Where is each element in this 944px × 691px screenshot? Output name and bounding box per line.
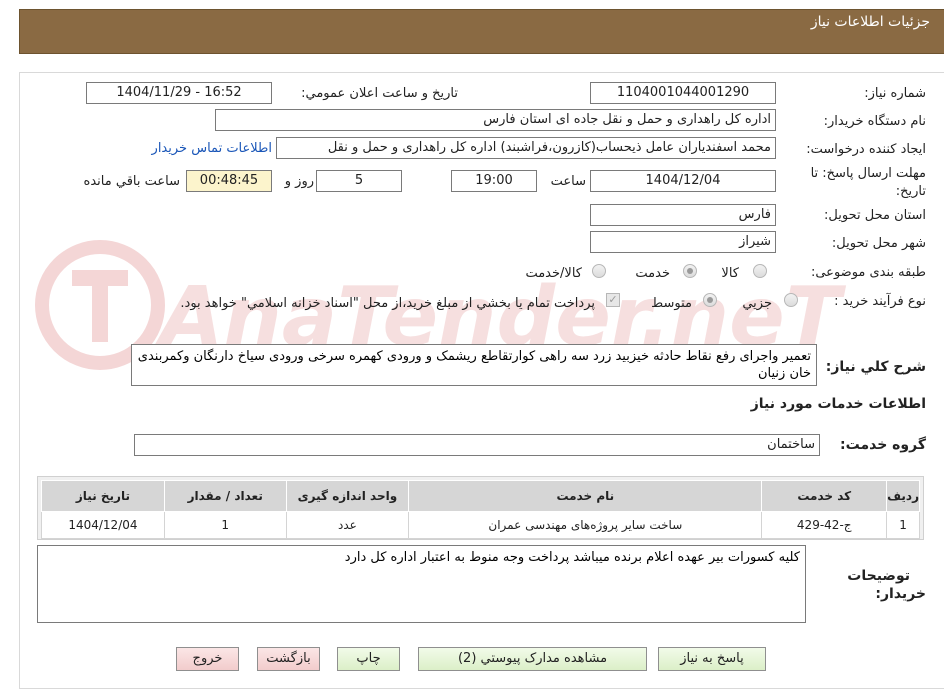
province-field: فارس xyxy=(590,204,776,226)
back-button[interactable]: بازگشت xyxy=(257,647,320,671)
print-button[interactable]: چاپ xyxy=(337,647,400,671)
category-option-service: خدمت xyxy=(635,266,670,281)
city-field: شيراز xyxy=(590,231,776,253)
services-section-title: اطلاعات خدمات مورد نياز xyxy=(750,396,926,412)
process-label: نوع فرآيند خريد : xyxy=(834,294,926,309)
service-group-label: گروه خدمت: xyxy=(840,437,926,453)
col-header-service-code: کد خدمت xyxy=(761,480,888,512)
process-option-medium: متوسط xyxy=(651,296,692,311)
buyer-contact-link[interactable]: اطلاعات تماس خريدار xyxy=(152,141,272,156)
cell-need-date: 1404/12/04 xyxy=(41,511,165,539)
province-label: استان محل تحويل: xyxy=(824,208,926,223)
exit-button[interactable]: خروج xyxy=(176,647,239,671)
buyer-notes-label-2: خريدار: xyxy=(875,586,926,602)
announce-label: تاریخ و ساعت اعلان عمومي: xyxy=(301,86,458,101)
cell-service-code: ج-42-429 xyxy=(761,511,888,539)
need-number-label: شماره نیاز: xyxy=(864,86,926,101)
city-label: شهر محل تحويل: xyxy=(831,236,926,251)
category-radio-both[interactable] xyxy=(592,264,606,278)
deadline-time-field: 19:00 xyxy=(451,170,537,192)
payment-note: پرداخت تمام يا بخشي از مبلغ خريد،از محل … xyxy=(180,296,595,311)
cell-row-number: 1 xyxy=(886,511,920,539)
attachments-button[interactable]: مشاهده مدارک پيوستي (2) xyxy=(418,647,647,671)
service-group-field: ساختمان xyxy=(134,434,820,456)
col-header-service-name: نام خدمت xyxy=(408,480,763,512)
page-title: جزئیات اطلاعات نیاز xyxy=(810,14,930,30)
buyer-org-field: اداره کل راهداری و حمل و نقل جاده ای است… xyxy=(215,109,776,131)
requester-label: ايجاد کننده درخواست: xyxy=(806,142,926,157)
need-number-field: 1104001044001290 xyxy=(590,82,776,104)
treasury-checkbox[interactable]: ✓ xyxy=(606,293,620,307)
cell-unit: عدد xyxy=(285,511,410,539)
announce-field: 1404/11/29 - 16:52 xyxy=(86,82,272,104)
cell-service-name: ساخت ساير پروژه‌های مهندسی عمران xyxy=(408,511,763,539)
page-header xyxy=(19,9,944,54)
remaining-label: ساعت باقي مانده xyxy=(83,174,180,189)
col-header-need-date: تاريخ نياز xyxy=(41,480,165,512)
col-header-row-number: رديف xyxy=(886,480,920,512)
services-table: رديف کد خدمت نام خدمت واحد اندازه گيری ت… xyxy=(41,480,920,539)
deadline-label: مهلت ارسال پاسخ: تا xyxy=(810,166,926,181)
description-textarea[interactable]: تعمیر واجرای رفع نقاط حادثه خیزبید زرد س… xyxy=(131,344,817,386)
buyer-notes-textarea[interactable]: کلیه کسورات بیر عهده اعلام برنده میباشد … xyxy=(37,545,806,623)
days-label: روز و xyxy=(284,174,314,189)
table-row: 1 ج-42-429 ساخت ساير پروژه‌های مهندسی عم… xyxy=(41,511,920,539)
category-radio-goods[interactable] xyxy=(753,264,767,278)
deadline-date-field: 1404/12/04 xyxy=(590,170,776,192)
buyer-org-label: نام دستگاه خريدار: xyxy=(823,114,926,129)
buyer-notes-label: توضيحات xyxy=(847,568,910,584)
col-header-quantity: تعداد / مقدار xyxy=(163,480,287,512)
category-radio-service[interactable] xyxy=(683,264,697,278)
category-label: طبقه بندی موضوعی: xyxy=(810,265,926,280)
description-label: شرح کلي نياز: xyxy=(825,359,926,375)
col-header-unit: واحد اندازه گيری xyxy=(285,480,410,512)
process-option-minor: جزيي xyxy=(742,296,772,311)
days-field: 5 xyxy=(316,170,402,192)
table-header-row: رديف کد خدمت نام خدمت واحد اندازه گيری ت… xyxy=(41,480,920,512)
requester-field: محمد اسفندیاران عامل ذیحساب(کازرون،فراشب… xyxy=(276,137,776,159)
category-option-both: کالا/خدمت xyxy=(525,266,582,281)
cell-quantity: 1 xyxy=(163,511,287,539)
deadline-time-label: ساعت xyxy=(550,174,586,189)
process-radio-medium[interactable] xyxy=(703,293,717,307)
process-radio-minor[interactable] xyxy=(784,293,798,307)
reply-button[interactable]: پاسخ به نياز xyxy=(658,647,766,671)
category-option-goods: کالا xyxy=(721,266,739,281)
services-table-container: رديف کد خدمت نام خدمت واحد اندازه گيری ت… xyxy=(37,476,924,540)
remaining-time-field: 00:48:45 xyxy=(186,170,272,192)
deadline-date-label: تاريخ: xyxy=(895,184,926,199)
